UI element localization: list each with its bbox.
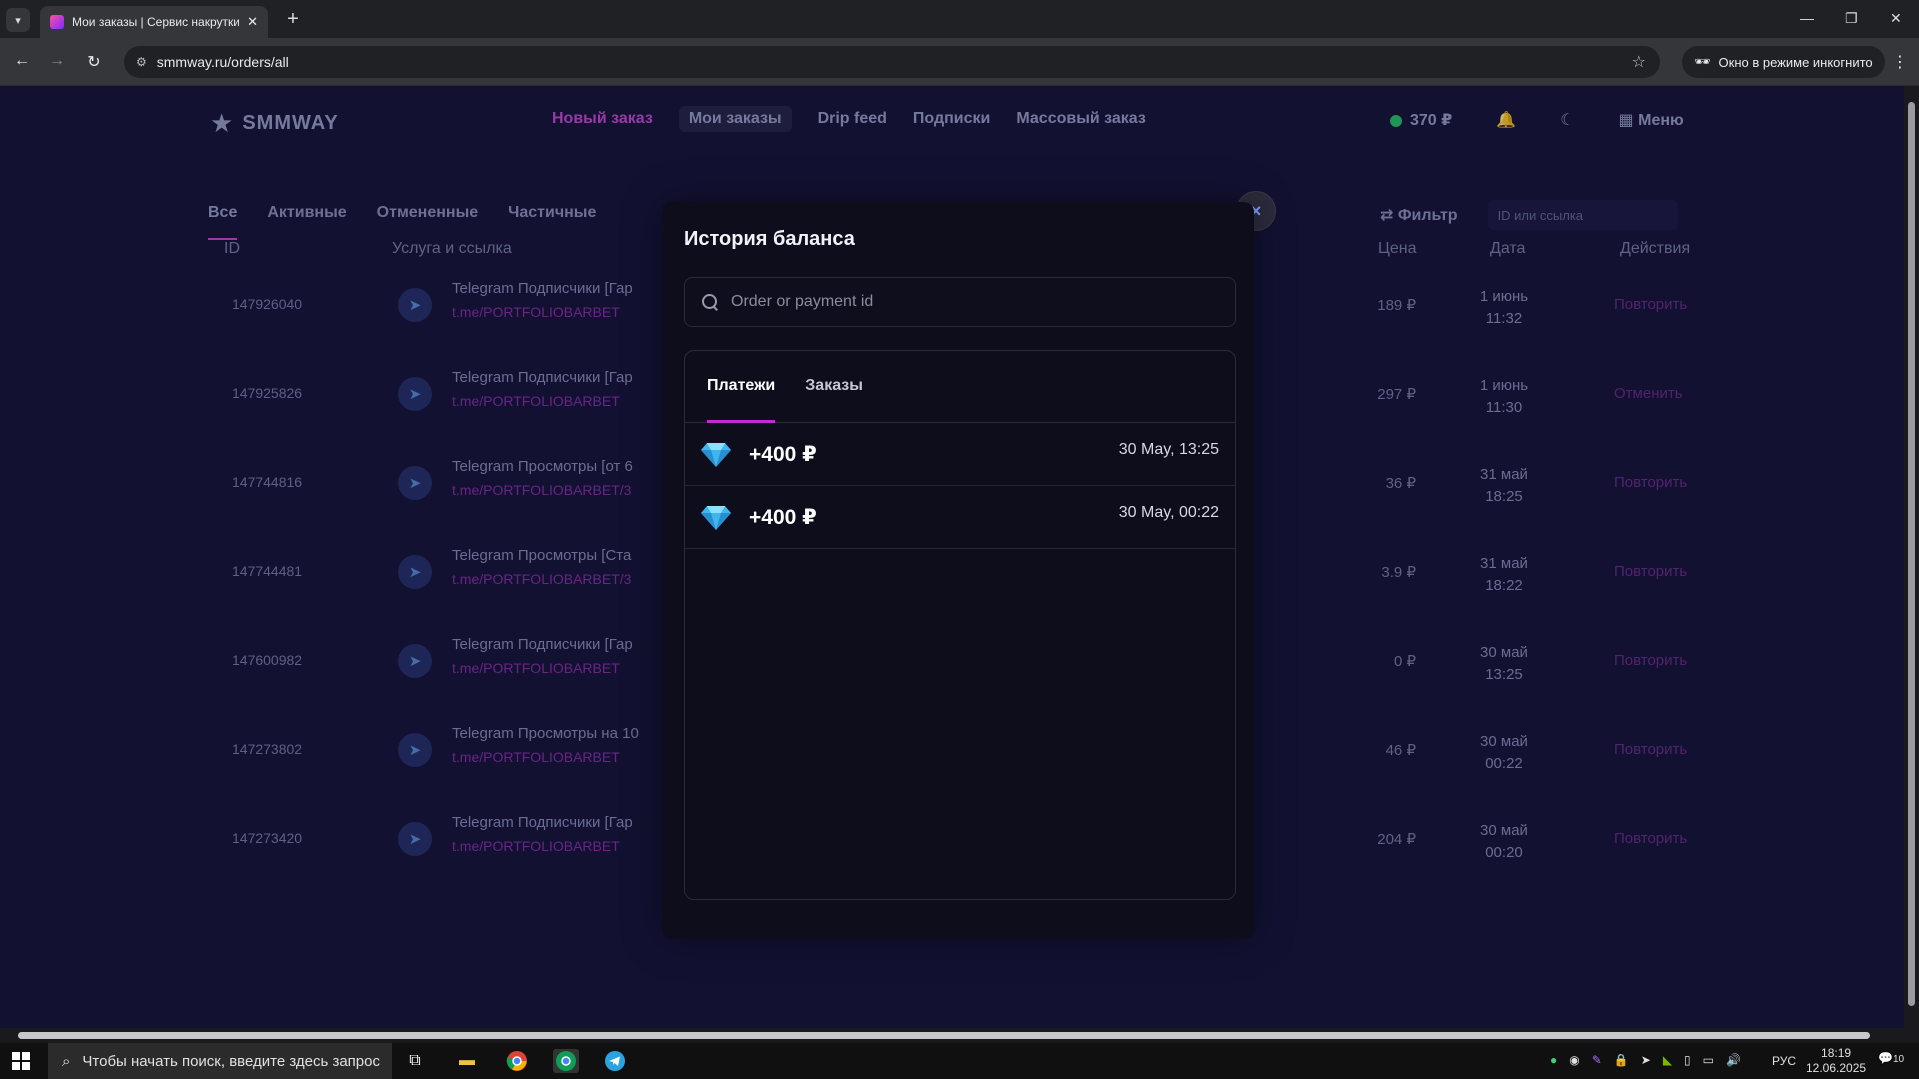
windows-start-icon[interactable] bbox=[12, 1052, 30, 1070]
file-explorer-icon[interactable]: ▬ bbox=[454, 1049, 480, 1073]
browser-menu-icon[interactable]: ⋮ bbox=[1892, 52, 1908, 72]
chrome-logo-icon bbox=[506, 1051, 527, 1071]
new-tab-icon[interactable]: + bbox=[282, 8, 304, 30]
history-panel: Платежи Заказы +400 ₽ 30 May, 13:25 +400… bbox=[684, 350, 1236, 900]
payment-date: 30 May, 00:22 bbox=[1118, 504, 1219, 521]
vertical-scrollbar[interactable] bbox=[1904, 86, 1919, 1028]
task-view-icon[interactable]: ⧉ bbox=[402, 1049, 428, 1073]
horizontal-scrollbar[interactable] bbox=[0, 1028, 1919, 1043]
diamond-icon bbox=[701, 443, 731, 467]
tray-lock-icon[interactable]: 🔒 bbox=[1614, 1053, 1629, 1067]
clock-time: 18:19 bbox=[1821, 1046, 1852, 1060]
horizontal-scroll-thumb[interactable] bbox=[18, 1032, 1870, 1039]
incognito-badge[interactable]: 🕶 Окно в режиме инкогнито bbox=[1682, 46, 1885, 78]
chrome-icon[interactable] bbox=[504, 1049, 530, 1073]
tray-usb-icon[interactable]: ▯ bbox=[1684, 1053, 1691, 1067]
telegram-logo-icon bbox=[605, 1051, 625, 1071]
address-bar[interactable]: ⚙ smmway.ru/orders/all ☆ bbox=[124, 46, 1660, 78]
tray-green-icon[interactable]: ● bbox=[1550, 1053, 1557, 1067]
site-info-icon[interactable]: ⚙ bbox=[136, 55, 147, 69]
taskbar-search-text: Чтобы начать поиск, введите здесь запрос bbox=[82, 1052, 380, 1070]
tray-pen-icon[interactable]: ✎ bbox=[1592, 1053, 1602, 1067]
notification-count: 10 bbox=[1892, 1054, 1905, 1065]
windows-taskbar: ⌕ Чтобы начать поиск, введите здесь запр… bbox=[0, 1043, 1919, 1079]
modal-title: История баланса bbox=[684, 228, 855, 250]
system-tray: ● ◉ ✎ 🔒 ➤ ◣ ▯ ▭ 🔊 bbox=[1550, 1053, 1741, 1067]
input-language[interactable]: РУС bbox=[1772, 1054, 1796, 1068]
taskbar-search[interactable]: ⌕ Чтобы начать поиск, введите здесь запр… bbox=[48, 1043, 392, 1079]
diamond-icon bbox=[701, 506, 731, 530]
balance-history-modal: История баланса Платежи Заказы +400 ₽ 30… bbox=[662, 202, 1254, 939]
payment-date: 30 May, 13:25 bbox=[1118, 441, 1219, 458]
tray-steam-icon[interactable]: ◉ bbox=[1569, 1053, 1579, 1067]
browser-tab[interactable]: Мои заказы | Сервис накрутки ✕ bbox=[40, 6, 268, 38]
taskbar-clock[interactable]: 18:19 12.06.2025 bbox=[1806, 1046, 1866, 1076]
tab-title: Мои заказы | Сервис накрутки bbox=[72, 15, 240, 29]
vertical-scroll-thumb[interactable] bbox=[1908, 102, 1915, 1006]
browser-tabbar: ▾ Мои заказы | Сервис накрутки ✕ + — ❐ ✕ bbox=[0, 0, 1919, 38]
restore-icon[interactable]: ❐ bbox=[1845, 10, 1858, 27]
payment-search-box[interactable] bbox=[684, 277, 1236, 327]
forward-icon[interactable]: → bbox=[46, 52, 68, 70]
tray-network-icon[interactable]: ▭ bbox=[1703, 1053, 1714, 1067]
payment-row: +400 ₽ 30 May, 13:25 bbox=[685, 423, 1235, 486]
minimize-icon[interactable]: — bbox=[1800, 10, 1814, 26]
telegram-icon[interactable] bbox=[602, 1049, 628, 1073]
notification-center-icon[interactable]: 💬10 bbox=[1878, 1051, 1904, 1065]
tray-volume-icon[interactable]: 🔊 bbox=[1726, 1053, 1741, 1067]
tray-telegram-icon[interactable]: ➤ bbox=[1641, 1053, 1651, 1067]
tab-payments[interactable]: Платежи bbox=[707, 351, 776, 423]
chrome-incognito-icon[interactable] bbox=[553, 1049, 579, 1073]
clock-date: 12.06.2025 bbox=[1806, 1061, 1867, 1075]
tab-orders[interactable]: Заказы bbox=[805, 351, 863, 423]
tab-close-icon[interactable]: ✕ bbox=[247, 14, 258, 30]
incognito-label: Окно в режиме инкогнито bbox=[1718, 54, 1873, 70]
back-icon[interactable]: ← bbox=[11, 52, 33, 70]
incognito-icon: 🕶 bbox=[1694, 54, 1711, 69]
payment-search-input[interactable] bbox=[731, 293, 1219, 311]
search-icon bbox=[701, 293, 719, 311]
history-tabs: Платежи Заказы bbox=[685, 351, 1235, 423]
reload-icon[interactable]: ↻ bbox=[83, 52, 105, 72]
payment-row: +400 ₽ 30 May, 00:22 bbox=[685, 486, 1235, 549]
url-text: smmway.ru/orders/all bbox=[156, 54, 289, 70]
site-favicon-icon bbox=[50, 15, 64, 29]
taskbar-search-icon: ⌕ bbox=[62, 1052, 71, 1070]
tab-search-icon[interactable]: ▾ bbox=[6, 8, 30, 32]
browser-toolbar: ← → ↻ ⚙ smmway.ru/orders/all ☆ 🕶 Окно в … bbox=[0, 38, 1919, 86]
chrome-incognito-logo-icon bbox=[556, 1051, 576, 1071]
bookmark-star-icon[interactable]: ☆ bbox=[1632, 52, 1646, 72]
window-close-icon[interactable]: ✕ bbox=[1890, 10, 1902, 27]
tray-nvidia-icon[interactable]: ◣ bbox=[1663, 1053, 1672, 1067]
